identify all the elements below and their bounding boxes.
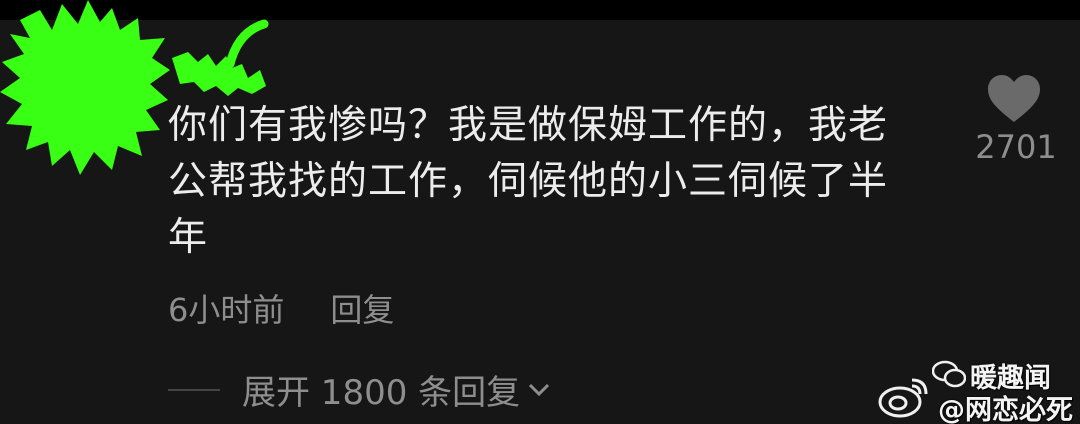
chevron-down-icon <box>529 383 550 397</box>
comment-text: 你们有我惨吗？我是做保姆工作的，我老 公帮我找的工作，伺候他的小三伺候了半 年 <box>168 103 889 260</box>
replies-divider <box>168 389 220 391</box>
like-count: 2701 <box>975 128 1057 166</box>
wechat-icon <box>932 360 966 388</box>
avatar-redaction-scribble[interactable] <box>0 0 170 175</box>
username-redaction-scribble <box>172 19 269 96</box>
comment-meta-row: 6小时前 回复 <box>168 286 394 330</box>
expand-replies-button[interactable]: 展开 1800 条回复 <box>242 364 552 414</box>
watermark-handle: @网恋必死 <box>938 395 1073 424</box>
comment-timestamp: 6小时前 <box>168 291 285 329</box>
heart-icon[interactable] <box>986 74 1042 124</box>
watermark: 暖趣闻 @网恋必死 <box>878 356 1078 424</box>
reply-button[interactable]: 回复 <box>330 285 394 331</box>
expand-replies-label: 展开 1800 条回复 <box>242 372 521 413</box>
weibo-icon <box>878 378 928 418</box>
